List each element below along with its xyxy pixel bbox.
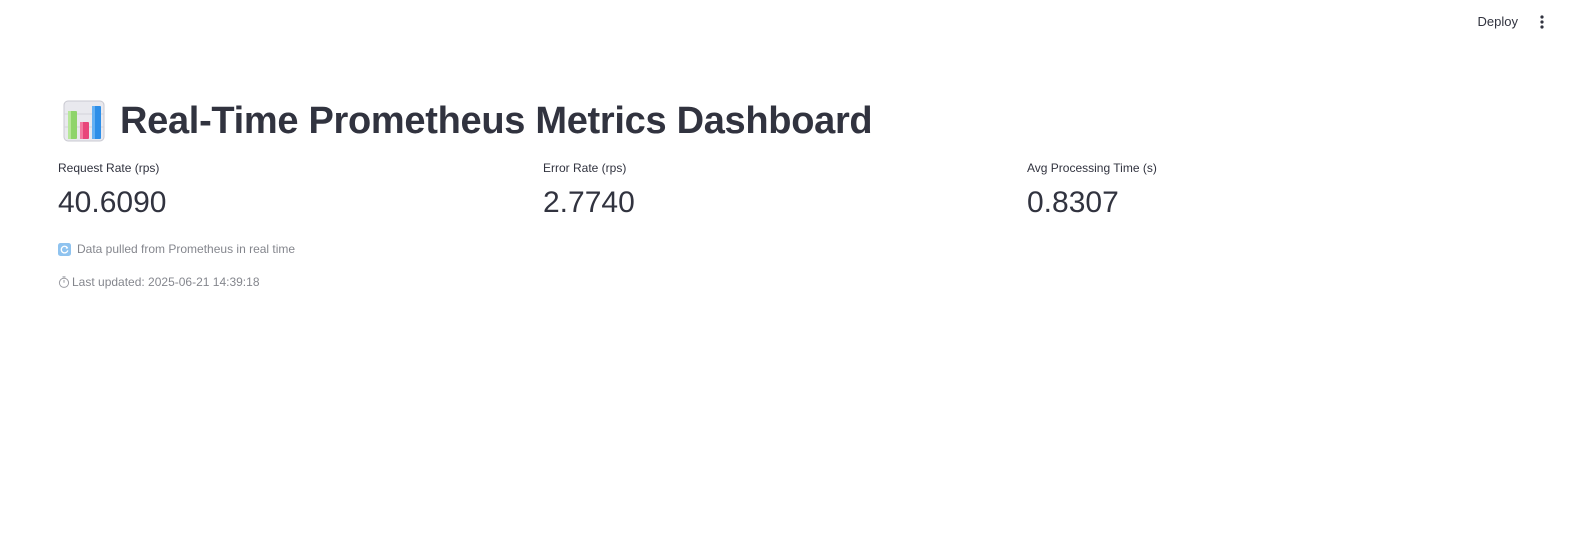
last-updated-caption: Last updated: 2025-06-21 14:39:18 (58, 274, 1538, 290)
bar-chart-emoji-icon (63, 100, 105, 142)
more-vertical-icon (1540, 15, 1544, 29)
metric-label: Avg Processing Time (s) (1027, 161, 1157, 175)
title-row: Real-Time Prometheus Metrics Dashboard (58, 96, 1538, 146)
data-source-caption: Data pulled from Prometheus in real time (58, 241, 1538, 257)
metric-request-rate: Request Rate (rps) 40.6090 (58, 160, 166, 222)
main-content: Real-Time Prometheus Metrics Dashboard R… (58, 96, 1538, 290)
refresh-icon (58, 242, 71, 256)
last-updated-text: Last updated: 2025-06-21 14:39:18 (72, 275, 260, 289)
main-menu-button[interactable] (1534, 12, 1550, 32)
metric-value: 2.7740 (543, 186, 635, 219)
metric-value: 0.8307 (1027, 186, 1119, 219)
metrics-row: Request Rate (rps) 40.6090 Error Rate (r… (58, 160, 1538, 222)
metric-label: Error Rate (rps) (543, 161, 627, 175)
deploy-button[interactable]: Deploy (1474, 10, 1522, 34)
app-header: Deploy (0, 0, 1586, 44)
stopwatch-icon (58, 276, 70, 288)
metric-label: Request Rate (rps) (58, 161, 160, 175)
metric-value: 40.6090 (58, 186, 167, 219)
metric-avg-processing-time: Avg Processing Time (s) 0.8307 (1027, 160, 1157, 222)
data-source-text: Data pulled from Prometheus in real time (77, 242, 296, 256)
metric-error-rate: Error Rate (rps) 2.7740 (543, 160, 635, 222)
page-title: Real-Time Prometheus Metrics Dashboard (120, 99, 873, 142)
